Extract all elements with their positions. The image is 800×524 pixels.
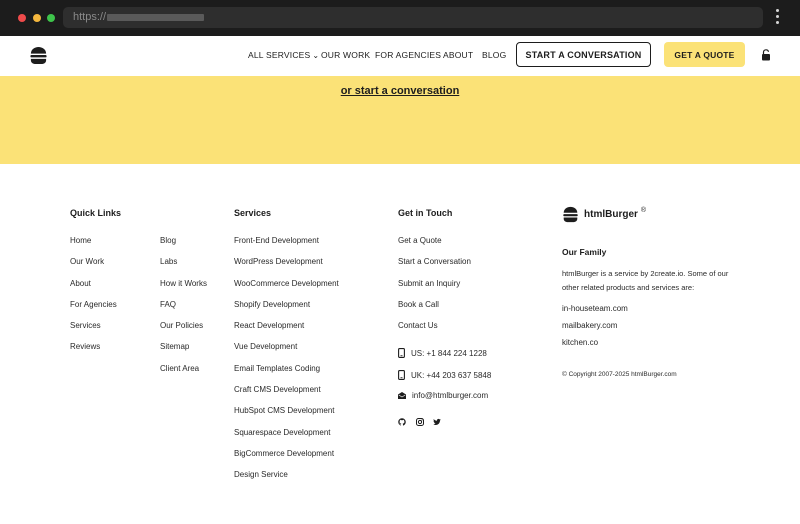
copyright: © Copyright 2007-2025 htmlBurger.com bbox=[562, 371, 677, 378]
touch-link-start-conversation[interactable]: Start a Conversation bbox=[398, 257, 471, 266]
footer-link-faq[interactable]: FAQ bbox=[160, 300, 176, 309]
family-link-kitchen[interactable]: kitchen.co bbox=[562, 338, 598, 347]
service-link[interactable]: Design Service bbox=[234, 470, 288, 479]
service-link[interactable]: HubSpot CMS Development bbox=[234, 406, 335, 415]
url-prefix: https:// bbox=[73, 11, 107, 23]
touch-link-submit-inquiry[interactable]: Submit an Inquiry bbox=[398, 279, 460, 288]
email-contact[interactable]: info@htmlburger.com bbox=[398, 391, 488, 400]
address-bar[interactable]: https:// bbox=[63, 7, 763, 28]
phone-icon bbox=[398, 370, 405, 380]
phone-icon bbox=[398, 348, 405, 358]
start-conversation-button[interactable]: START A CONVERSATION bbox=[516, 42, 651, 67]
footer-link-our-policies[interactable]: Our Policies bbox=[160, 321, 203, 330]
touch-link-contact-us[interactable]: Contact Us bbox=[398, 321, 438, 330]
start-conversation-link[interactable]: or start a conversation bbox=[0, 85, 800, 97]
email-text: info@htmlburger.com bbox=[412, 391, 489, 400]
url-redacted bbox=[107, 14, 204, 21]
service-link[interactable]: Vue Development bbox=[234, 342, 297, 351]
footer-link-client-area[interactable]: Client Area bbox=[160, 364, 199, 373]
site-header: ALL SERVICES ⌄ OUR WORK FOR AGENCIES ABOU… bbox=[0, 36, 800, 76]
touch-link-book-a-call[interactable]: Book a Call bbox=[398, 300, 439, 309]
family-link-in-houseteam[interactable]: in-houseteam.com bbox=[562, 304, 628, 313]
browser-menu-icon[interactable] bbox=[775, 9, 779, 27]
twitter-icon[interactable] bbox=[433, 418, 441, 426]
service-link[interactable]: React Development bbox=[234, 321, 304, 330]
our-family-description: htmlBurger is a service by 2create.io. S… bbox=[562, 269, 729, 292]
footer-link-services[interactable]: Services bbox=[70, 321, 101, 330]
footer-brand[interactable]: htmlBurger ® bbox=[562, 206, 646, 223]
footer-link-sitemap[interactable]: Sitemap bbox=[160, 342, 189, 351]
footer-link-reviews[interactable]: Reviews bbox=[70, 342, 100, 351]
maximize-window-dot[interactable] bbox=[47, 14, 55, 22]
footer-link-about[interactable]: About bbox=[70, 279, 91, 288]
chevron-down-icon: ⌄ bbox=[312, 51, 320, 60]
service-link[interactable]: WooCommerce Development bbox=[234, 279, 339, 288]
touch-link-get-a-quote[interactable]: Get a Quote bbox=[398, 236, 442, 245]
service-link[interactable]: Squarespace Development bbox=[234, 428, 331, 437]
quick-links-title: Quick Links bbox=[70, 208, 122, 218]
service-link[interactable]: Front-End Development bbox=[234, 236, 319, 245]
get-in-touch-title: Get in Touch bbox=[398, 208, 453, 218]
footer-link-labs[interactable]: Labs bbox=[160, 257, 177, 266]
phone-uk-text: UK: +44 203 637 5848 bbox=[411, 370, 492, 380]
footer-link-home[interactable]: Home bbox=[70, 236, 91, 245]
burger-logo-icon[interactable] bbox=[29, 46, 48, 65]
footer-link-blog[interactable]: Blog bbox=[160, 236, 176, 245]
burger-logo-icon bbox=[563, 206, 578, 223]
nav-for-agencies[interactable]: FOR AGENCIES bbox=[375, 50, 441, 60]
services-title: Services bbox=[234, 208, 272, 218]
phone-us-text: US: +1 844 224 1228 bbox=[411, 348, 487, 358]
github-icon[interactable] bbox=[398, 418, 406, 426]
nav-blog[interactable]: BLOG bbox=[482, 50, 506, 60]
brand-name: htmlBurger bbox=[584, 209, 638, 220]
footer-link-our-work[interactable]: Our Work bbox=[70, 257, 104, 266]
our-family-title: Our Family bbox=[562, 247, 607, 257]
nav-our-work[interactable]: OUR WORK bbox=[321, 50, 370, 60]
get-a-quote-button[interactable]: GET A QUOTE bbox=[664, 42, 745, 67]
family-link-mailbakery[interactable]: mailbakery.com bbox=[562, 321, 617, 330]
nav-all-services-label: ALL SERVICES bbox=[248, 50, 311, 60]
browser-chrome: https:// bbox=[0, 0, 800, 36]
phone-uk[interactable]: UK: +44 203 637 5848 bbox=[398, 370, 491, 380]
service-link[interactable]: BigCommerce Development bbox=[234, 449, 334, 458]
footer-link-how-it-works[interactable]: How it Works bbox=[160, 279, 207, 288]
cta-band: or start a conversation bbox=[0, 76, 800, 164]
lock-icon[interactable] bbox=[761, 49, 771, 61]
instagram-icon[interactable] bbox=[416, 418, 424, 426]
site-footer: Quick Links Home Our Work About For Agen… bbox=[0, 164, 800, 524]
nav-all-services[interactable]: ALL SERVICES ⌄ bbox=[248, 50, 319, 60]
service-link[interactable]: Craft CMS Development bbox=[234, 385, 321, 394]
nav-about[interactable]: ABOUT bbox=[443, 50, 473, 60]
minimize-window-dot[interactable] bbox=[33, 14, 41, 22]
service-link[interactable]: Email Templates Coding bbox=[234, 364, 320, 373]
service-link[interactable]: WordPress Development bbox=[234, 257, 323, 266]
phone-us[interactable]: US: +1 844 224 1228 bbox=[398, 348, 487, 358]
registered-mark: ® bbox=[640, 207, 647, 214]
footer-link-for-agencies[interactable]: For Agencies bbox=[70, 300, 117, 309]
close-window-dot[interactable] bbox=[18, 14, 26, 22]
envelope-icon bbox=[398, 392, 406, 399]
service-link[interactable]: Shopify Development bbox=[234, 300, 310, 309]
